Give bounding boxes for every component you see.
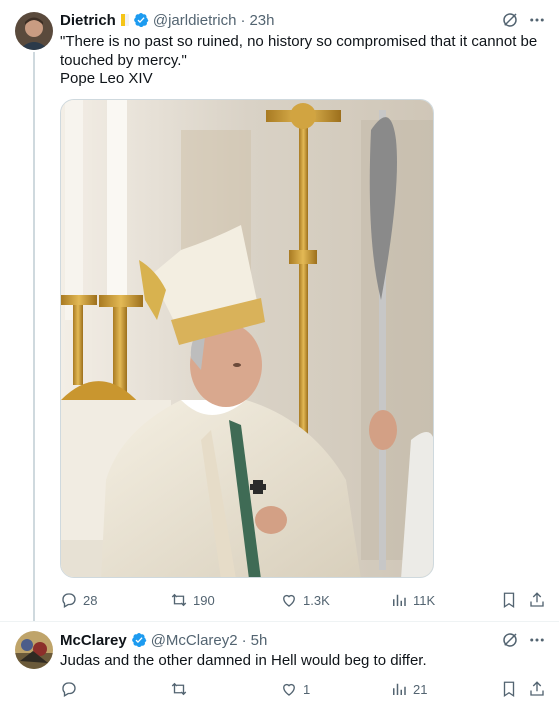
pope-photo bbox=[61, 100, 433, 577]
reply-views-button[interactable]: 21 bbox=[390, 680, 427, 698]
post-text-line-1: "There is no past so ruined, no history … bbox=[60, 33, 538, 50]
reply-like-count: 1 bbox=[303, 681, 311, 697]
post-header: Dietrich @jarldietrich · 23h bbox=[60, 10, 274, 30]
post-text-line-2: touched by mercy." bbox=[60, 52, 187, 69]
reply-text: Judas and the other damned in Hell would… bbox=[60, 652, 427, 669]
reply-time[interactable]: 5h bbox=[251, 632, 268, 649]
views-icon bbox=[393, 594, 406, 606]
post-text-line-3: Pope Leo XIV bbox=[60, 70, 153, 87]
like-icon bbox=[283, 683, 295, 696]
reply-actions-bar: 1 21 bbox=[60, 680, 550, 700]
verified-icon bbox=[131, 632, 146, 648]
reply-author-name[interactable]: McClarey bbox=[60, 632, 127, 649]
reply-button[interactable]: 28 bbox=[60, 591, 97, 609]
more-icon[interactable] bbox=[528, 11, 546, 29]
bookmark-icon bbox=[503, 592, 515, 609]
reply-repost-button[interactable] bbox=[170, 680, 193, 698]
share-button[interactable] bbox=[528, 591, 546, 609]
repost-icon bbox=[171, 682, 187, 696]
avatar-dietrich[interactable] bbox=[15, 12, 53, 50]
grok-icon[interactable] bbox=[501, 11, 519, 29]
author-handle[interactable]: @jarldietrich bbox=[153, 12, 237, 29]
author-name[interactable]: Dietrich bbox=[60, 12, 116, 29]
post-actions-bar: 28 190 1.3K 11K bbox=[60, 591, 550, 611]
repost-icon bbox=[171, 593, 187, 607]
more-icon[interactable] bbox=[528, 631, 546, 649]
repost-count: 190 bbox=[193, 592, 215, 608]
reply-count: 28 bbox=[83, 592, 98, 608]
reply-header: McClarey @McClarey2 · 5h bbox=[60, 630, 267, 650]
time-separator: · bbox=[240, 11, 246, 29]
bookmark-icon bbox=[503, 681, 515, 698]
views-button[interactable]: 11K bbox=[390, 591, 435, 609]
reply-icon bbox=[62, 593, 76, 608]
post-media-photo[interactable] bbox=[60, 99, 434, 578]
avatar-mcclarey[interactable] bbox=[15, 631, 53, 669]
reply-share-button[interactable] bbox=[528, 680, 546, 698]
reply-reply-button[interactable] bbox=[60, 680, 83, 698]
like-count: 1.3K bbox=[303, 592, 330, 608]
share-icon bbox=[530, 681, 544, 696]
like-button[interactable]: 1.3K bbox=[280, 591, 330, 609]
reply-author-handle[interactable]: @McClarey2 bbox=[151, 632, 238, 649]
views-icon bbox=[393, 683, 406, 695]
reply-icon bbox=[62, 682, 76, 697]
like-icon bbox=[283, 594, 295, 607]
post-divider bbox=[0, 621, 559, 622]
flag-icon bbox=[120, 14, 129, 26]
reply-views-count: 21 bbox=[413, 681, 428, 697]
repost-button[interactable]: 190 bbox=[170, 591, 215, 609]
views-count: 11K bbox=[413, 592, 436, 608]
reply-bookmark-button[interactable] bbox=[500, 680, 518, 698]
verified-icon bbox=[134, 12, 149, 28]
share-icon bbox=[530, 592, 544, 607]
reply-time-separator: · bbox=[241, 631, 247, 649]
bookmark-button[interactable] bbox=[500, 591, 518, 609]
post-time[interactable]: 23h bbox=[249, 12, 274, 29]
grok-icon[interactable] bbox=[501, 631, 519, 649]
reply-like-button[interactable]: 1 bbox=[280, 680, 310, 698]
thread-connector-line bbox=[33, 52, 35, 622]
